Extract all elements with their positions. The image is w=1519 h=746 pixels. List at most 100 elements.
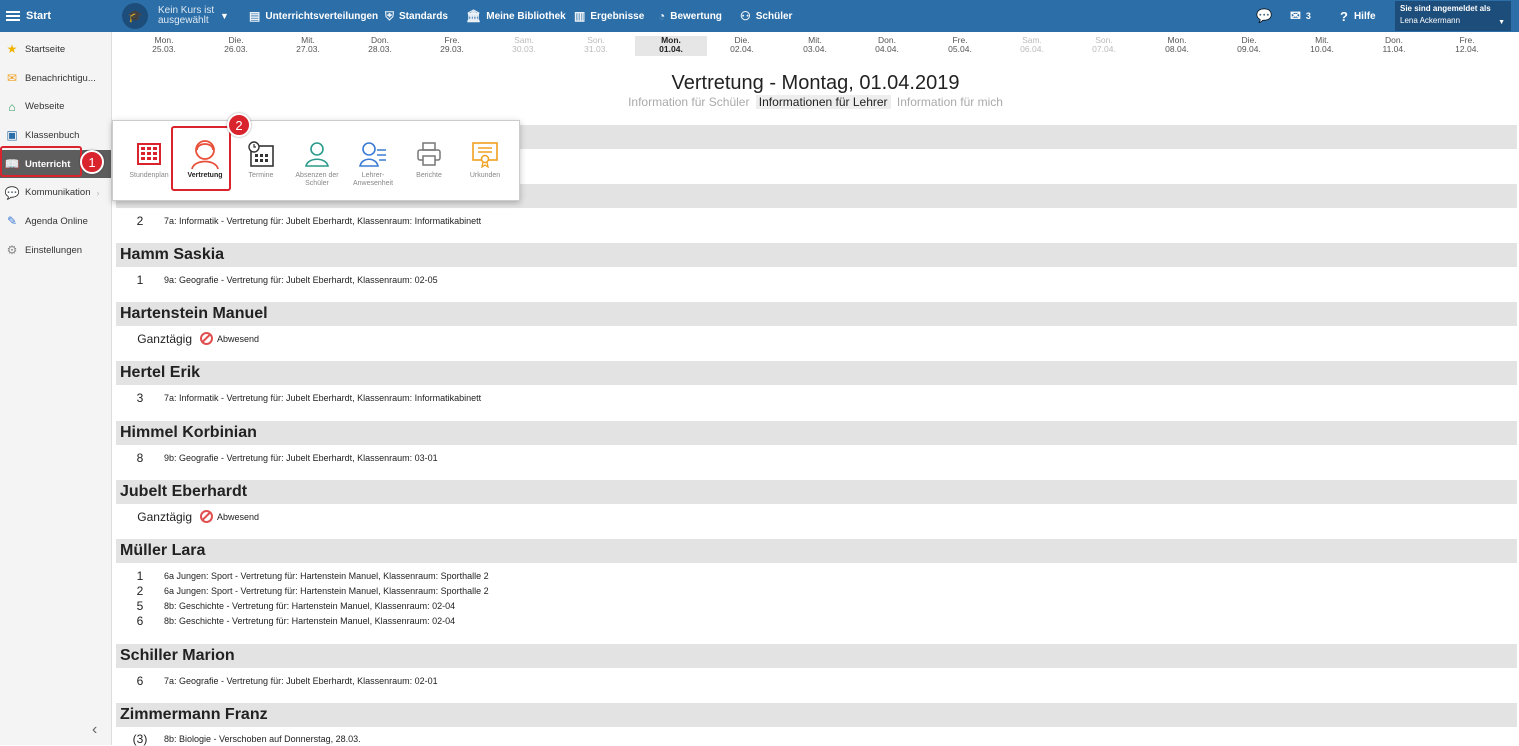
nav-unterrichtsverteilungen[interactable]: ▤ Unterrichtsverteilungen bbox=[249, 0, 378, 32]
teacher-group-header: Himmel Korbinian bbox=[116, 421, 1517, 445]
lesson-text: 8b: Biologie - Verschoben auf Donnerstag… bbox=[164, 733, 361, 744]
timetable-icon bbox=[121, 137, 177, 171]
sidebar-item-label: Benachrichtigu... bbox=[25, 72, 96, 84]
hamburger-icon bbox=[6, 11, 20, 21]
sidebar-item-benachrichtigungen[interactable]: ✉ Benachrichtigu... bbox=[0, 64, 111, 93]
list-item: 1 9a: Geografie - Vertretung für: Jubelt… bbox=[116, 272, 438, 287]
nav-schueler[interactable]: ⚇ Schüler bbox=[740, 0, 792, 32]
course-selector[interactable]: 🎓 Kein Kurs ist ausgewählt ▼ bbox=[122, 3, 229, 29]
start-menu-button[interactable]: Start bbox=[0, 0, 112, 32]
date-item[interactable]: Fre. 12.04. bbox=[1431, 36, 1503, 56]
nav-bewertung[interactable]: ◔ Bewertung bbox=[658, 0, 722, 32]
envelope-icon: ✉ bbox=[6, 71, 18, 86]
nav-ergebnisse[interactable]: ▥ Ergebnisse bbox=[574, 0, 644, 32]
date-item[interactable]: Mit. 27.03. bbox=[272, 36, 344, 56]
lesson-text: 6a Jungen: Sport - Vertretung für: Harte… bbox=[164, 570, 489, 581]
date-item[interactable]: Son. 31.03. bbox=[560, 36, 632, 56]
date-item[interactable]: Son. 07.04. bbox=[1068, 36, 1140, 56]
popup-item-label: Termine bbox=[248, 172, 274, 179]
popup-item-label: Lehrer-Anwesenheit bbox=[352, 172, 394, 187]
date-item[interactable]: Mon. 25.03. bbox=[128, 36, 200, 56]
lesson-text: 9a: Geografie - Vertretung für: Jubelt E… bbox=[164, 274, 438, 285]
date-item[interactable]: Die. 26.03. bbox=[200, 36, 272, 56]
list-item: 1 6a Jungen: Sport - Vertretung für: Har… bbox=[116, 568, 489, 583]
list-item: 6 8b: Geschichte - Vertretung für: Harte… bbox=[116, 613, 456, 628]
date-item[interactable]: Die. 02.04. bbox=[706, 36, 778, 56]
star-icon: ★ bbox=[6, 42, 18, 57]
popup-item-stundenplan[interactable]: Stundenplan bbox=[121, 121, 177, 202]
popup-item-absenzen[interactable]: Absenzen der Schüler bbox=[289, 121, 345, 202]
chat-icon: 💬 bbox=[4, 185, 20, 200]
tab-info-mich[interactable]: Information für mich bbox=[894, 95, 1006, 109]
allday-label: Ganztägig bbox=[137, 509, 192, 524]
date-item[interactable]: Sam. 06.04. bbox=[996, 36, 1068, 56]
chat-button[interactable]: 💬 bbox=[1256, 0, 1272, 32]
tab-info-schueler[interactable]: Information für Schüler bbox=[625, 95, 752, 109]
date-item[interactable]: Sam. 30.03. bbox=[488, 36, 560, 56]
date-strip: Mon. 25.03. Die. 26.03. Mit. 27.03. Don. 28.… bbox=[128, 36, 1508, 56]
sidebar-item-kommunikation[interactable]: 💬 Kommunikation › bbox=[0, 178, 111, 207]
page-title: Vertretung - Montag, 01.04.2019 bbox=[671, 72, 960, 94]
allday-label: Ganztägig bbox=[137, 331, 192, 346]
date-item[interactable]: Don. 28.03. bbox=[344, 36, 416, 56]
date-item[interactable]: Fre. 29.03. bbox=[416, 36, 488, 56]
pen-icon: ✎ bbox=[6, 214, 18, 229]
sidebar: ★ Startseite ✉ Benachrichtigu... ⌂ Webse… bbox=[0, 32, 112, 745]
nav-label: Standards bbox=[399, 10, 448, 22]
tab-info-lehrer[interactable]: Informationen für Lehrer bbox=[755, 95, 891, 109]
printer-icon bbox=[401, 137, 457, 171]
popup-item-urkunden[interactable]: Urkunden bbox=[457, 121, 513, 202]
messages-button[interactable]: ✉ 3 bbox=[1290, 0, 1311, 32]
sidebar-item-einstellungen[interactable]: ⚙ Einstellungen bbox=[0, 236, 111, 265]
date-item[interactable]: Die. 09.04. bbox=[1213, 36, 1285, 56]
callout-badge-2: 2 bbox=[227, 113, 251, 137]
sidebar-item-startseite[interactable]: ★ Startseite bbox=[0, 35, 111, 64]
sidebar-item-label: Agenda Online bbox=[25, 215, 88, 227]
list-item: 5 8b: Geschichte - Vertretung für: Harte… bbox=[116, 598, 456, 613]
lesson-number: 6 bbox=[136, 673, 144, 688]
date-item[interactable]: Mon. 08.04. bbox=[1141, 36, 1213, 56]
shield-icon: ⛨ bbox=[385, 8, 395, 23]
user-name: Lena Ackermann bbox=[1400, 16, 1461, 25]
nav-meine-bibliothek[interactable]: 🏛 Meine Bibliothek bbox=[466, 0, 566, 32]
top-bar: Start 🎓 Kein Kurs ist ausgewählt ▼ ▤ Unt… bbox=[0, 0, 1519, 32]
date-item[interactable]: Mit. 10.04. bbox=[1286, 36, 1358, 56]
start-label: Start bbox=[26, 10, 52, 22]
book-icon: ▣ bbox=[6, 128, 18, 143]
list-item: 6 7a: Geografie - Vertretung für: Jubelt… bbox=[116, 673, 438, 688]
help-button[interactable]: ? Hilfe bbox=[1340, 0, 1376, 32]
home-icon: ⌂ bbox=[8, 99, 16, 114]
lesson-text: 9b: Geografie - Vertretung für: Jubelt E… bbox=[164, 452, 438, 463]
popup-item-label: Absenzen der Schüler bbox=[295, 172, 339, 187]
popup-item-label: Berichte bbox=[416, 172, 442, 179]
list-item: 3 7a: Informatik - Vertretung für: Jubel… bbox=[116, 390, 482, 405]
envelope-icon: ✉ bbox=[1290, 8, 1301, 23]
sidebar-item-agenda-online[interactable]: ✎ Agenda Online bbox=[0, 207, 111, 236]
lesson-text: 6a Jungen: Sport - Vertretung für: Harte… bbox=[164, 585, 489, 596]
list-item: 8 9b: Geografie - Vertretung für: Jubelt… bbox=[116, 450, 438, 465]
user-menu[interactable]: Sie sind angemeldet als Lena Ackermann ▼ bbox=[1395, 1, 1511, 31]
date-item[interactable]: Don. 04.04. bbox=[851, 36, 923, 56]
sidebar-item-webseite[interactable]: ⌂ Webseite bbox=[0, 92, 111, 121]
popup-item-berichte[interactable]: Berichte bbox=[401, 121, 457, 202]
date-item[interactable]: Don. 11.04. bbox=[1358, 36, 1430, 56]
date-item[interactable]: Fre. 05.04. bbox=[924, 36, 996, 56]
sidebar-item-label: Webseite bbox=[25, 101, 65, 113]
lesson-number: 2 bbox=[136, 213, 144, 228]
callout-highlight-vertretung bbox=[171, 126, 231, 191]
list-item: 2 7a: Informatik - Vertretung für: Jubel… bbox=[116, 213, 482, 228]
date-item[interactable]: Mit. 03.04. bbox=[779, 36, 851, 56]
absent-icon bbox=[200, 332, 213, 345]
popup-item-lehrer-anwesenheit[interactable]: Lehrer-Anwesenheit bbox=[345, 121, 401, 202]
nav-standards[interactable]: ⛨ Standards bbox=[385, 0, 448, 32]
distribution-icon: ▤ bbox=[249, 9, 261, 23]
bar-chart-icon: ▥ bbox=[574, 9, 586, 23]
popup-item-label: Stundenplan bbox=[129, 172, 169, 179]
collapse-sidebar-icon[interactable]: ‹ bbox=[92, 721, 97, 739]
help-label: Hilfe bbox=[1353, 10, 1376, 22]
teacher-group-header: Hertel Erik bbox=[116, 361, 1517, 385]
course-label: Kein Kurs ist ausgewählt bbox=[158, 5, 215, 26]
students-icon: ⚇ bbox=[740, 9, 751, 23]
lesson-text: 7a: Informatik - Vertretung für: Jubelt … bbox=[164, 392, 482, 403]
date-item-current[interactable]: Mon. 01.04. bbox=[635, 36, 707, 56]
